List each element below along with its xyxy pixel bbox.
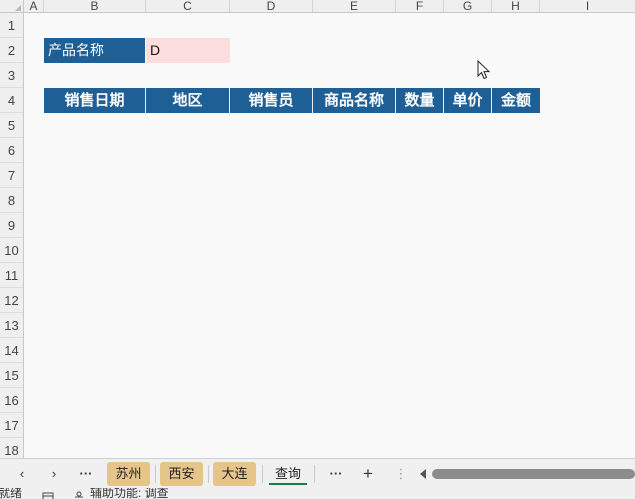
sheet-tab-suzhou[interactable]: 苏州	[107, 462, 150, 486]
sheet-tab-query[interactable]: 查询	[266, 462, 310, 486]
select-all-corner[interactable]	[0, 0, 24, 13]
table-header-cell[interactable]: 金额	[492, 88, 540, 113]
row-header[interactable]: 10	[0, 238, 23, 263]
row-header[interactable]: 9	[0, 213, 23, 238]
row-header[interactable]: 13	[0, 313, 23, 338]
tab-separator	[208, 465, 209, 483]
sheet-tab-xian[interactable]: 西安	[160, 462, 203, 486]
column-header-b[interactable]: B	[44, 0, 146, 12]
scroll-left-arrow-icon[interactable]	[420, 469, 426, 479]
tab-options-icon[interactable]: ⋮	[391, 464, 411, 484]
status-accessibility-text[interactable]: 辅助功能: 调查	[90, 488, 169, 499]
more-sheets-left-icon[interactable]: ···	[76, 464, 96, 484]
status-bar: 就绪 辅助功能: 调查	[0, 488, 635, 499]
row-header[interactable]: 16	[0, 388, 23, 413]
column-header-bar: A B C D E F G H I	[0, 0, 635, 13]
table-header-cell[interactable]: 销售日期	[44, 88, 146, 113]
row-header-bar: 1 2 3 4 5 6 7 8 9 10 11 12 13 14 15 16 1…	[0, 13, 24, 458]
active-tab-indicator	[269, 483, 307, 485]
row-header[interactable]: 8	[0, 188, 23, 213]
add-sheet-icon[interactable]: +	[358, 464, 378, 484]
row-header[interactable]: 3	[0, 63, 23, 88]
worksheet-grid[interactable]: 产品名称 D 销售日期 地区 销售员 商品名称 数量 单价 金额	[24, 13, 635, 458]
table-header-cell[interactable]: 地区	[146, 88, 230, 113]
more-sheets-right-icon[interactable]: ···	[326, 464, 346, 484]
row-header[interactable]: 11	[0, 263, 23, 288]
macro-record-icon[interactable]	[42, 492, 54, 499]
table-header-row: 销售日期 地区 销售员 商品名称 数量 单价 金额	[44, 88, 540, 113]
row-header[interactable]: 5	[0, 113, 23, 138]
column-header-d[interactable]: D	[230, 0, 313, 12]
column-header-f[interactable]: F	[396, 0, 444, 12]
criteria-label-cell[interactable]: 产品名称	[44, 38, 146, 63]
sheet-tab-query-label: 查询	[274, 466, 301, 481]
scrollbar-thumb[interactable]	[432, 469, 635, 479]
column-header-h[interactable]: H	[492, 0, 540, 12]
row-header[interactable]: 1	[0, 13, 23, 38]
horizontal-scrollbar[interactable]	[420, 468, 635, 480]
chevron-left-icon[interactable]: ‹	[12, 464, 32, 484]
row-header[interactable]: 17	[0, 413, 23, 438]
criteria-value-cell[interactable]: D	[146, 38, 230, 63]
status-ready-text: 就绪	[0, 488, 23, 499]
column-header-a[interactable]: A	[24, 0, 44, 12]
table-header-cell[interactable]: 销售员	[230, 88, 313, 113]
tab-separator	[314, 465, 315, 483]
row-header[interactable]: 15	[0, 363, 23, 388]
row-header[interactable]: 2	[0, 38, 23, 63]
tab-separator	[262, 465, 263, 483]
table-header-cell[interactable]: 数量	[396, 88, 444, 113]
row-header[interactable]: 7	[0, 163, 23, 188]
accessibility-icon[interactable]	[73, 491, 85, 499]
chevron-right-icon[interactable]: ›	[44, 464, 64, 484]
row-header[interactable]: 14	[0, 338, 23, 363]
sheet-tab-bar: ‹ › ··· 苏州 西安 大连 查询 ··· + ⋮	[0, 458, 635, 488]
row-header[interactable]: 18	[0, 438, 23, 458]
row-header[interactable]: 4	[0, 88, 23, 113]
column-header-i[interactable]: I	[540, 0, 635, 12]
column-header-g[interactable]: G	[444, 0, 492, 12]
table-header-cell[interactable]: 商品名称	[313, 88, 396, 113]
column-header-c[interactable]: C	[146, 0, 230, 12]
row-header[interactable]: 6	[0, 138, 23, 163]
sheet-tab-dalian[interactable]: 大连	[213, 462, 256, 486]
row-header[interactable]: 12	[0, 288, 23, 313]
mouse-pointer-icon	[477, 60, 491, 80]
tab-separator	[155, 465, 156, 483]
column-header-e[interactable]: E	[313, 0, 396, 12]
table-header-cell[interactable]: 单价	[444, 88, 492, 113]
spreadsheet-window: A B C D E F G H I 1 2 3 4 5 6 7 8 9 10 1…	[0, 0, 635, 499]
